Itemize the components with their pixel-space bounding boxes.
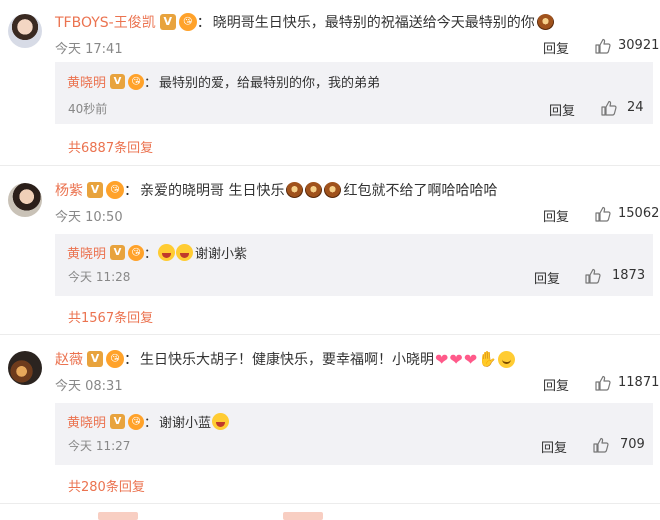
- smile-icon: [497, 350, 515, 368]
- username[interactable]: 黄晓明: [67, 72, 106, 91]
- fan-badge-icon: 😘: [178, 13, 197, 31]
- sub-reply: 黄晓明 V 😘 ： 谢谢小紫 今天 11:28 回复 1873: [55, 234, 653, 296]
- reply-text: 最特别的爱，给最特别的你，我的弟弟: [159, 76, 381, 91]
- cake-icon: [324, 182, 342, 198]
- comment-text: 生日快乐大胡子！健康快乐，要幸福啊！小晓明: [140, 352, 434, 368]
- reply-text: 谢谢小蓝: [159, 416, 212, 431]
- fan-badge-icon: 😘: [106, 350, 124, 368]
- verified-badge-icon: V: [110, 74, 126, 89]
- cake-icon: [305, 182, 323, 198]
- colon: ：: [124, 352, 138, 368]
- heart-icon: ❤: [449, 349, 463, 369]
- timestamp: 今天 17:41: [55, 42, 123, 57]
- avatar[interactable]: [8, 351, 42, 385]
- comment-text: 红包就不给了啊哈哈哈哈: [343, 183, 498, 199]
- fan-badge-icon: 😘: [106, 181, 124, 199]
- like-count: 11871: [618, 375, 660, 390]
- thumbs-up-icon[interactable]: [585, 268, 601, 284]
- colon: ：: [124, 183, 138, 199]
- sub-reply-line: 黄晓明 V 😘 ： 谢谢小蓝: [67, 412, 230, 431]
- divider: [0, 503, 660, 504]
- sub-reply: 黄晓明 V 😘 ： 谢谢小蓝 今天 11:27 回复 709: [55, 403, 653, 465]
- thumbs-up-icon[interactable]: [595, 38, 611, 54]
- avatar[interactable]: [8, 183, 42, 217]
- reply-button[interactable]: 回复: [541, 437, 567, 456]
- reply-button[interactable]: 回复: [543, 206, 569, 225]
- verified-badge-icon: V: [110, 414, 126, 429]
- like-count: 30921: [618, 38, 660, 53]
- like-count: 24: [627, 100, 644, 115]
- next-comment-partial: [0, 512, 660, 520]
- timestamp: 今天 10:50: [55, 210, 123, 225]
- comment-line: 赵薇 V 😘 ： 生日快乐大胡子！健康快乐，要幸福啊！小晓明 ❤ ❤ ❤ ✋: [55, 349, 515, 369]
- reply-button[interactable]: 回复: [543, 38, 569, 57]
- timestamp: 今天 08:31: [55, 379, 123, 394]
- sub-reply-line: 黄晓明 V 😘 ： 最特别的爱，给最特别的你，我的弟弟: [67, 72, 380, 91]
- verified-badge-icon: V: [87, 351, 103, 367]
- verified-badge-icon: V: [87, 182, 103, 198]
- laugh-icon: [212, 413, 230, 430]
- colon: ：: [144, 247, 158, 262]
- timestamp: 今天 11:27: [68, 439, 131, 453]
- colon: ：: [144, 416, 158, 431]
- reply-text: 谢谢小紫: [195, 247, 248, 262]
- fan-badge-icon: 😘: [128, 244, 145, 261]
- colon: ：: [196, 15, 211, 31]
- username[interactable]: 赵薇: [55, 349, 83, 369]
- comment-text: 亲爱的晓明哥 生日快乐: [140, 183, 285, 199]
- like-count: 15062: [618, 206, 660, 221]
- reply-button[interactable]: 回复: [549, 100, 575, 119]
- username[interactable]: 黄晓明: [67, 243, 106, 262]
- thumbs-up-icon[interactable]: [593, 437, 609, 453]
- sub-reply: 黄晓明 V 😘 ： 最特别的爱，给最特别的你，我的弟弟 40秒前 回复 24: [55, 62, 653, 124]
- divider: [0, 165, 660, 166]
- sub-reply-line: 黄晓明 V 😘 ： 谢谢小紫: [67, 243, 247, 262]
- fan-badge-icon: 😘: [128, 413, 145, 430]
- more-replies-link[interactable]: 共280条回复: [68, 476, 145, 495]
- verified-badge-icon: V: [110, 245, 126, 260]
- more-replies-link[interactable]: 共6887条回复: [68, 137, 153, 156]
- laugh-icon: [176, 244, 194, 261]
- comment-line: TFBOYS-王俊凯 V 😘 ： 晓明哥生日快乐，最特别的祝福送给今天最特别的你: [55, 12, 554, 32]
- heart-icon: ❤: [463, 349, 478, 369]
- cake-icon: [536, 14, 554, 30]
- like-count: 709: [620, 437, 645, 452]
- username[interactable]: 杨紫: [55, 180, 83, 200]
- thumbs-up-icon[interactable]: [595, 206, 611, 222]
- timestamp: 今天 11:28: [68, 270, 131, 284]
- fan-badge-icon: 😘: [128, 73, 145, 90]
- like-count: 1873: [612, 268, 646, 283]
- divider: [0, 334, 660, 335]
- heart-icon: ❤: [435, 349, 449, 369]
- colon: ：: [144, 76, 158, 91]
- thumbs-up-icon[interactable]: [601, 100, 617, 116]
- more-replies-link[interactable]: 共1567条回复: [68, 307, 153, 326]
- username[interactable]: TFBOYS-王俊凯: [55, 12, 156, 32]
- hand-icon: ✋: [478, 350, 497, 368]
- laugh-icon: [158, 244, 176, 261]
- reply-button[interactable]: 回复: [534, 268, 560, 287]
- timestamp: 40秒前: [68, 102, 108, 116]
- reply-button[interactable]: 回复: [543, 375, 569, 394]
- cake-icon: [286, 182, 304, 198]
- avatar[interactable]: [8, 14, 42, 48]
- username[interactable]: 黄晓明: [67, 412, 106, 431]
- verified-badge-icon: V: [159, 14, 176, 30]
- comment-line: 杨紫 V 😘 ： 亲爱的晓明哥 生日快乐 红包就不给了啊哈哈哈哈: [55, 180, 497, 200]
- thumbs-up-icon[interactable]: [595, 375, 611, 391]
- comment-text: 晓明哥生日快乐，最特别的祝福送给今天最特别的你: [212, 15, 535, 31]
